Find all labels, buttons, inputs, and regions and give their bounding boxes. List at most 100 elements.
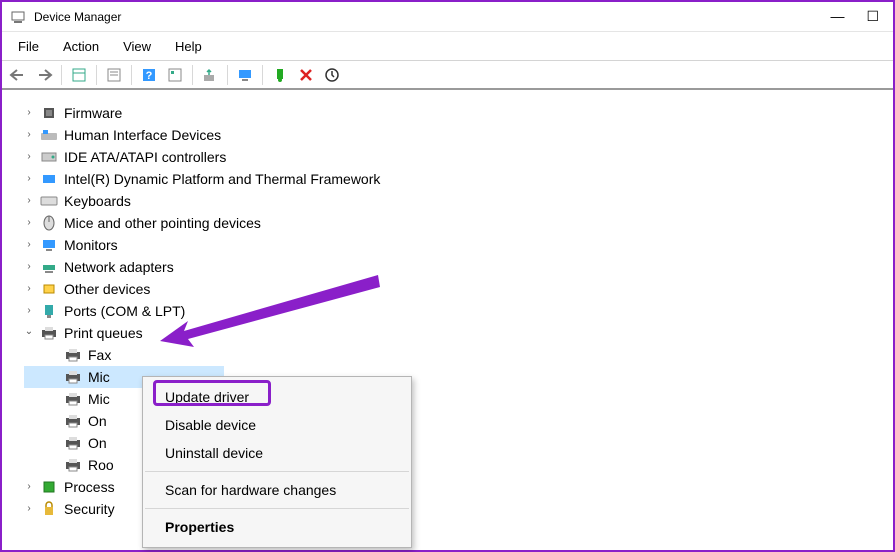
enable-button[interactable] bbox=[268, 63, 292, 87]
view-button[interactable] bbox=[163, 63, 187, 87]
cm-separator bbox=[145, 508, 409, 509]
tree-node-hid[interactable]: › Human Interface Devices bbox=[24, 124, 883, 146]
help-button[interactable]: ? bbox=[137, 63, 161, 87]
printer-icon bbox=[64, 413, 82, 429]
keyboard-icon bbox=[40, 193, 58, 209]
tree-node-monitors[interactable]: › Monitors bbox=[24, 234, 883, 256]
maximize-button[interactable]: ☐ bbox=[866, 8, 879, 25]
cm-scan-hardware[interactable]: Scan for hardware changes bbox=[143, 476, 411, 504]
tree-label: Mic bbox=[88, 366, 110, 388]
tree-node-firmware[interactable]: › Firmware bbox=[24, 102, 883, 124]
toolbar-separator bbox=[192, 65, 193, 85]
monitor-icon bbox=[40, 237, 58, 253]
tree-label: Other devices bbox=[64, 278, 150, 300]
chevron-right-icon: › bbox=[24, 212, 34, 234]
tree-label: Fax bbox=[88, 344, 111, 366]
tree-label: Roo bbox=[88, 454, 114, 476]
chevron-right-icon: › bbox=[24, 190, 34, 212]
cm-update-driver[interactable]: Update driver bbox=[143, 383, 411, 411]
menu-action[interactable]: Action bbox=[53, 35, 109, 58]
monitor-button[interactable] bbox=[233, 63, 257, 87]
tree-label: Mice and other pointing devices bbox=[64, 212, 261, 234]
minimize-button[interactable]: — bbox=[830, 8, 844, 25]
chip-icon bbox=[40, 105, 58, 121]
show-hidden-button[interactable] bbox=[67, 63, 91, 87]
tree-label: Process bbox=[64, 476, 115, 498]
tree-node-ports[interactable]: › Ports (COM & LPT) bbox=[24, 300, 883, 322]
scan-button[interactable] bbox=[320, 63, 344, 87]
toolbar-separator bbox=[61, 65, 62, 85]
tree-node-print-queues[interactable]: ⌄ Print queues bbox=[24, 322, 883, 344]
printer-icon bbox=[64, 457, 82, 473]
chevron-right-icon: › bbox=[24, 476, 34, 498]
cpu-icon bbox=[40, 479, 58, 495]
tree-label: Print queues bbox=[64, 322, 143, 344]
tree-label: Monitors bbox=[64, 234, 118, 256]
printer-icon bbox=[64, 347, 82, 363]
tree-node-mice[interactable]: › Mice and other pointing devices bbox=[24, 212, 883, 234]
tree-label: Security bbox=[64, 498, 115, 520]
menu-file[interactable]: File bbox=[8, 35, 49, 58]
tree-node-intel[interactable]: › Intel(R) Dynamic Platform and Thermal … bbox=[24, 168, 883, 190]
chevron-right-icon: › bbox=[24, 498, 34, 520]
tree-label: On bbox=[88, 410, 107, 432]
device-tree: › Firmware › Human Interface Devices › I… bbox=[2, 90, 893, 524]
other-icon bbox=[40, 281, 58, 297]
tree-label: Human Interface Devices bbox=[64, 124, 221, 146]
chevron-right-icon: › bbox=[24, 256, 34, 278]
chevron-right-icon: › bbox=[24, 124, 34, 146]
chevron-down-icon: ⌄ bbox=[24, 321, 34, 343]
svg-text:?: ? bbox=[146, 70, 153, 82]
tree-label: Firmware bbox=[64, 102, 122, 124]
tree-label: IDE ATA/ATAPI controllers bbox=[64, 146, 226, 168]
tree-node-network[interactable]: › Network adapters bbox=[24, 256, 883, 278]
drive-icon bbox=[40, 149, 58, 165]
properties-button[interactable] bbox=[102, 63, 126, 87]
forward-button[interactable] bbox=[32, 63, 56, 87]
hid-icon bbox=[40, 127, 58, 143]
menu-help[interactable]: Help bbox=[165, 35, 212, 58]
titlebar: Device Manager — ☐ bbox=[2, 2, 893, 32]
app-icon bbox=[10, 9, 26, 25]
tree-label: Network adapters bbox=[64, 256, 174, 278]
back-button[interactable] bbox=[6, 63, 30, 87]
toolbar-separator bbox=[96, 65, 97, 85]
printer-icon bbox=[64, 369, 82, 385]
context-menu: Update driver Disable device Uninstall d… bbox=[142, 376, 412, 548]
window-title: Device Manager bbox=[34, 10, 830, 24]
tree-label: Mic bbox=[88, 388, 110, 410]
toolbar-separator bbox=[262, 65, 263, 85]
network-icon bbox=[40, 259, 58, 275]
menu-view[interactable]: View bbox=[113, 35, 161, 58]
chevron-right-icon: › bbox=[24, 234, 34, 256]
tree-node-other[interactable]: › Other devices bbox=[24, 278, 883, 300]
tree-label: Intel(R) Dynamic Platform and Thermal Fr… bbox=[64, 168, 380, 190]
tree-label: On bbox=[88, 432, 107, 454]
cm-separator bbox=[145, 471, 409, 472]
platform-icon bbox=[40, 171, 58, 187]
chevron-right-icon: › bbox=[24, 300, 34, 322]
printer-icon bbox=[40, 325, 58, 341]
cm-uninstall-device[interactable]: Uninstall device bbox=[143, 439, 411, 467]
cm-properties[interactable]: Properties bbox=[143, 513, 411, 541]
chevron-right-icon: › bbox=[24, 102, 34, 124]
chevron-right-icon: › bbox=[24, 146, 34, 168]
tree-label: Keyboards bbox=[64, 190, 131, 212]
uninstall-button[interactable] bbox=[294, 63, 318, 87]
tree-node-keyboards[interactable]: › Keyboards bbox=[24, 190, 883, 212]
tree-node-ide[interactable]: › IDE ATA/ATAPI controllers bbox=[24, 146, 883, 168]
port-icon bbox=[40, 303, 58, 319]
toolbar-separator bbox=[227, 65, 228, 85]
menubar: File Action View Help bbox=[2, 32, 893, 60]
tree-label: Ports (COM & LPT) bbox=[64, 300, 185, 322]
printer-icon bbox=[64, 391, 82, 407]
cm-disable-device[interactable]: Disable device bbox=[143, 411, 411, 439]
mouse-icon bbox=[40, 215, 58, 231]
toolbar-separator bbox=[131, 65, 132, 85]
tree-child-fax[interactable]: Fax bbox=[24, 344, 883, 366]
toolbar: ? bbox=[2, 60, 893, 90]
update-driver-button[interactable] bbox=[198, 63, 222, 87]
printer-icon bbox=[64, 435, 82, 451]
chevron-right-icon: › bbox=[24, 278, 34, 300]
security-icon bbox=[40, 501, 58, 517]
